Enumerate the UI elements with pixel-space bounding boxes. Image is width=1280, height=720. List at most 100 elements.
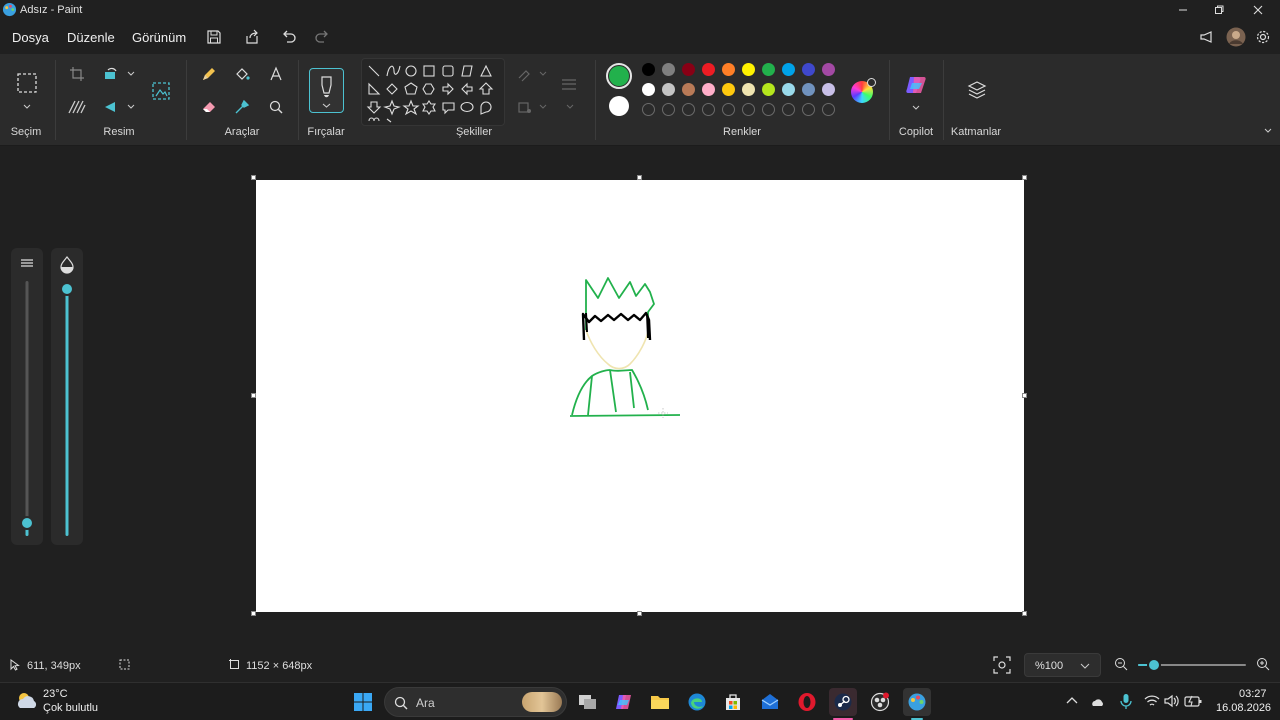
rotate-button[interactable] xyxy=(100,63,122,85)
start-button[interactable] xyxy=(349,688,377,716)
custom-color-slot[interactable] xyxy=(702,103,715,116)
color-swatch[interactable] xyxy=(802,63,815,76)
battery-icon[interactable] xyxy=(1184,694,1202,708)
shapes-gallery[interactable] xyxy=(361,58,505,126)
selection-dropdown[interactable] xyxy=(16,96,38,118)
color-swatch[interactable] xyxy=(742,83,755,96)
clock-time[interactable]: 03:27 xyxy=(1239,688,1267,700)
zoom-slider[interactable] xyxy=(1136,657,1248,673)
remove-background-button[interactable] xyxy=(66,96,88,118)
color-swatch[interactable] xyxy=(762,63,775,76)
eraser-tool[interactable] xyxy=(198,96,220,118)
color-swatch[interactable] xyxy=(762,83,775,96)
account-button[interactable] xyxy=(1225,26,1247,48)
text-tool[interactable] xyxy=(265,63,287,85)
collapse-ribbon-button[interactable] xyxy=(1257,120,1279,142)
taskbar-task-view[interactable] xyxy=(574,688,602,716)
color-swatch[interactable] xyxy=(722,63,735,76)
redo-button[interactable] xyxy=(311,26,333,48)
resize-handle[interactable] xyxy=(251,175,256,180)
color-swatch[interactable] xyxy=(782,83,795,96)
color-swatch[interactable] xyxy=(822,83,835,96)
color-swatch[interactable] xyxy=(742,63,755,76)
share-button[interactable] xyxy=(241,26,263,48)
color-picker-tool[interactable] xyxy=(231,96,253,118)
custom-color-slot[interactable] xyxy=(682,103,695,116)
selection-tool[interactable] xyxy=(15,71,39,95)
rotate-dropdown[interactable] xyxy=(120,63,142,85)
color-swatch[interactable] xyxy=(722,83,735,96)
shape-outline-dropdown[interactable] xyxy=(532,63,554,85)
close-button[interactable] xyxy=(1238,0,1278,20)
color-swatch[interactable] xyxy=(662,63,675,76)
color-swatch[interactable] xyxy=(662,83,675,96)
crop-button[interactable] xyxy=(66,63,88,85)
color-swatch[interactable] xyxy=(682,63,695,76)
fit-to-window-button[interactable] xyxy=(992,655,1012,675)
custom-color-slot[interactable] xyxy=(642,103,655,116)
resize-handle[interactable] xyxy=(1022,175,1027,180)
taskbar-opera[interactable] xyxy=(793,688,821,716)
chevron-up-icon[interactable] xyxy=(1066,696,1078,706)
taskbar-file-explorer[interactable] xyxy=(646,688,674,716)
undo-button[interactable] xyxy=(278,26,300,48)
custom-color-slot[interactable] xyxy=(822,103,835,116)
shape-fill-dropdown[interactable] xyxy=(532,96,554,118)
primary-color-button[interactable] xyxy=(606,63,632,89)
flip-button[interactable] xyxy=(100,96,122,118)
stroke-size-button[interactable] xyxy=(558,74,580,96)
zoom-in-icon[interactable] xyxy=(1256,657,1270,671)
zoom-select[interactable]: %100 xyxy=(1024,653,1101,677)
layers-button[interactable] xyxy=(966,79,988,101)
color-swatch[interactable] xyxy=(822,63,835,76)
color-swatch[interactable] xyxy=(642,63,655,76)
menu-view[interactable]: Görünüm xyxy=(132,30,186,45)
taskbar-mail[interactable] xyxy=(756,688,784,716)
taskbar-paint[interactable] xyxy=(903,688,931,716)
magnifier-tool[interactable] xyxy=(265,96,287,118)
pencil-tool[interactable] xyxy=(198,63,220,85)
edit-colors-button[interactable] xyxy=(851,78,876,103)
color-swatch[interactable] xyxy=(642,83,655,96)
copilot-dropdown[interactable] xyxy=(905,97,927,119)
custom-color-slot[interactable] xyxy=(742,103,755,116)
image-creator-button[interactable] xyxy=(150,80,172,102)
taskbar-copilot[interactable] xyxy=(610,688,638,716)
taskbar-store[interactable] xyxy=(719,688,747,716)
opacity-slider[interactable] xyxy=(51,248,83,545)
flip-dropdown[interactable] xyxy=(120,96,142,118)
volume-icon[interactable] xyxy=(1163,694,1179,708)
menu-file[interactable]: Dosya xyxy=(12,30,49,45)
search-box[interactable]: Ara xyxy=(384,687,567,717)
resize-handle[interactable] xyxy=(251,611,256,616)
taskbar-steam[interactable] xyxy=(829,688,857,716)
taskbar-obs[interactable] xyxy=(866,688,894,716)
copilot-button[interactable] xyxy=(904,73,928,97)
color-swatch[interactable] xyxy=(802,83,815,96)
weather-widget[interactable] xyxy=(14,688,40,714)
microphone-icon[interactable] xyxy=(1119,693,1133,711)
resize-handle[interactable] xyxy=(637,611,642,616)
color-swatch[interactable] xyxy=(702,63,715,76)
custom-color-slot[interactable] xyxy=(762,103,775,116)
drawing-canvas[interactable] xyxy=(256,180,1024,612)
custom-color-slot[interactable] xyxy=(662,103,675,116)
color-swatch[interactable] xyxy=(702,83,715,96)
menu-edit[interactable]: Düzenle xyxy=(67,30,115,45)
stroke-size-dropdown[interactable] xyxy=(559,96,581,118)
settings-button[interactable] xyxy=(1252,26,1274,48)
fill-tool[interactable] xyxy=(231,63,253,85)
custom-color-slot[interactable] xyxy=(782,103,795,116)
resize-handle[interactable] xyxy=(1022,611,1027,616)
brushes-button[interactable] xyxy=(309,68,344,113)
secondary-color-button[interactable] xyxy=(609,96,629,116)
wifi-icon[interactable] xyxy=(1144,694,1160,708)
feedback-button[interactable] xyxy=(1196,26,1218,48)
color-swatch[interactable] xyxy=(782,63,795,76)
color-swatch[interactable] xyxy=(682,83,695,96)
resize-handle[interactable] xyxy=(637,175,642,180)
custom-color-slot[interactable] xyxy=(802,103,815,116)
clock-date[interactable]: 16.08.2026 xyxy=(1216,702,1271,714)
maximize-button[interactable] xyxy=(1199,0,1239,20)
zoom-out-icon[interactable] xyxy=(1114,657,1128,671)
